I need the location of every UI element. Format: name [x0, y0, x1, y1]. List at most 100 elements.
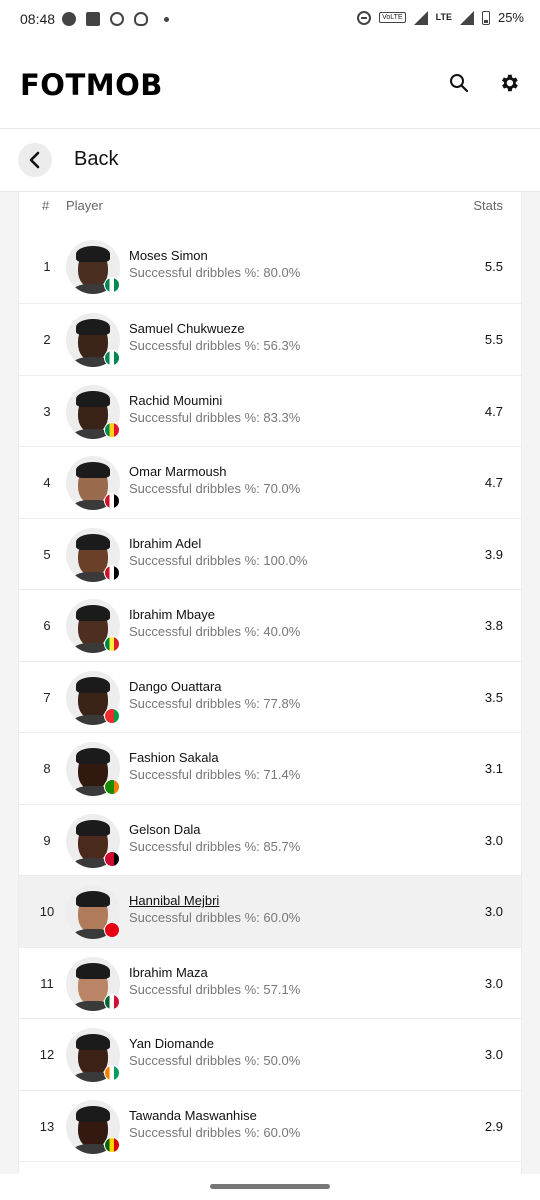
player-stat-detail: Successful dribbles %: 100.0%	[129, 552, 308, 568]
signal-icon	[413, 10, 428, 25]
player-list: 1 Moses Simon Successful dribbles %: 80.…	[19, 218, 521, 1162]
player-rank: 13	[39, 1118, 55, 1134]
player-name[interactable]: Gelson Dala	[129, 822, 201, 837]
country-flag-icon	[104, 350, 120, 366]
player-name[interactable]: Omar Marmoush	[129, 464, 227, 479]
player-row[interactable]: 5 Ibrahim Adel Successful dribbles %: 10…	[19, 519, 521, 590]
player-stat-value: 3.9	[484, 546, 503, 562]
more-notifications-icon	[164, 16, 169, 22]
player-stat-value: 3.1	[484, 761, 503, 776]
system-icons: VoLTE LTE 25%	[357, 10, 524, 25]
player-hair	[76, 246, 110, 262]
player-stat-value: 2.9	[484, 1118, 503, 1134]
country-flag-icon	[104, 564, 120, 581]
player-name[interactable]: Yan Diomande	[129, 1036, 214, 1051]
player-stat-detail: Successful dribbles %: 60.0%	[129, 910, 301, 925]
gear-icon	[502, 74, 518, 92]
player-row[interactable]: 6 Ibrahim Mbaye Successful dribbles %: 4…	[19, 590, 521, 662]
player-rank: 4	[43, 475, 51, 490]
country-flag-icon	[104, 1136, 120, 1153]
player-name[interactable]: Fashion Sakala	[129, 750, 219, 765]
player-stat-value: 3.0	[484, 832, 503, 848]
country-flag-icon	[104, 779, 120, 795]
player-stat-detail: Successful dribbles %: 40.0%	[129, 624, 301, 639]
chat-notification-icon	[62, 12, 76, 26]
player-row[interactable]: 13 Tawanda Maswanhise Successful dribble…	[19, 1091, 521, 1162]
player-rank: 3	[43, 403, 51, 419]
player-name[interactable]: Tawanda Maswanhise	[129, 1108, 257, 1123]
player-row[interactable]: 12 Yan Diomande Successful dribbles %: 5…	[19, 1019, 521, 1091]
player-name[interactable]: Samuel Chukwueze	[129, 321, 245, 336]
country-flag-icon	[104, 493, 120, 509]
player-stat-value: 4.7	[484, 403, 503, 419]
status-bar: 08:48 VoLTE LTE 25%	[0, 0, 540, 40]
player-stat-value: 5.5	[484, 332, 503, 347]
player-hair	[76, 605, 110, 621]
search-button[interactable]	[449, 73, 475, 99]
player-name[interactable]: Hannibal Mejbri	[129, 893, 219, 908]
player-hair	[76, 676, 110, 693]
lte-icon: LTE	[435, 12, 452, 22]
player-stat-value: 4.7	[484, 475, 503, 490]
player-stat-detail: Successful dribbles %: 60.0%	[129, 1124, 301, 1140]
player-row[interactable]: 7 Dango Ouattara Successful dribbles %: …	[19, 662, 521, 733]
player-row[interactable]: 1 Moses Simon Successful dribbles %: 80.…	[19, 218, 521, 304]
player-stat-detail: Successful dribbles %: 50.0%	[129, 1053, 301, 1068]
player-stat-value: 5.5	[484, 259, 503, 274]
player-stat-detail: Successful dribbles %: 80.0%	[129, 265, 301, 280]
player-hair	[76, 462, 110, 478]
back-label[interactable]: Back	[74, 148, 118, 171]
table-header: # Player Stats	[19, 192, 521, 218]
player-name[interactable]: Ibrahim Mbaye	[129, 607, 215, 622]
chevron-left-icon	[29, 151, 40, 169]
player-row[interactable]: 3 Rachid Moumini Successful dribbles %: …	[19, 376, 521, 447]
battery-percent: 25%	[497, 10, 524, 25]
app-bar: FOTMOB	[0, 40, 540, 128]
player-stat-detail: Successful dribbles %: 85.7%	[129, 838, 301, 854]
search-icon	[450, 74, 469, 93]
back-button[interactable]	[18, 143, 52, 177]
player-stat-detail: Successful dribbles %: 77.8%	[129, 695, 301, 711]
player-row[interactable]: 2 Samuel Chukwueze Successful dribbles %…	[19, 304, 521, 376]
player-rank: 2	[43, 332, 51, 347]
player-hair	[76, 1034, 110, 1050]
player-rank: 11	[40, 975, 54, 991]
country-flag-icon	[104, 922, 120, 938]
status-time: 08:48	[20, 11, 56, 27]
country-flag-icon	[104, 1065, 120, 1081]
player-stat-detail: Successful dribbles %: 57.1%	[129, 981, 301, 997]
settings-button[interactable]	[498, 72, 524, 98]
country-flag-icon	[104, 277, 120, 293]
do-not-disturb-icon	[357, 10, 372, 25]
player-row[interactable]: 9 Gelson Dala Successful dribbles %: 85.…	[19, 805, 521, 876]
player-stat-value: 3.0	[484, 1047, 503, 1062]
gesture-nav-bar	[0, 1174, 540, 1200]
country-flag-icon	[104, 421, 120, 438]
notification-icons	[62, 12, 169, 26]
player-stat-value: 3.0	[484, 975, 503, 991]
player-name[interactable]: Moses Simon	[129, 248, 208, 263]
player-stat-value: 3.0	[484, 904, 503, 919]
country-flag-icon	[104, 636, 120, 652]
player-row[interactable]: 4 Omar Marmoush Successful dribbles %: 7…	[19, 447, 521, 519]
player-row[interactable]: 11 Ibrahim Maza Successful dribbles %: 5…	[19, 948, 521, 1019]
fotmob-logo[interactable]: FOTMOB	[20, 68, 163, 102]
player-name[interactable]: Rachid Moumini	[129, 393, 222, 408]
player-stat-value: 3.8	[484, 618, 503, 633]
country-flag-icon	[104, 707, 120, 724]
player-name[interactable]: Dango Ouattara	[129, 679, 222, 694]
back-bar: Back	[0, 128, 540, 192]
player-row[interactable]: 8 Fashion Sakala Successful dribbles %: …	[19, 733, 521, 805]
player-name[interactable]: Ibrahim Adel	[129, 536, 201, 551]
header-rank: #	[42, 198, 50, 213]
player-rank: 1	[43, 259, 51, 274]
player-stat-detail: Successful dribbles %: 83.3%	[129, 409, 301, 425]
player-stat-detail: Successful dribbles %: 56.3%	[129, 338, 301, 353]
home-gesture-pill[interactable]	[210, 1184, 330, 1189]
player-name[interactable]: Ibrahim Maza	[129, 965, 208, 980]
player-rank: 8	[43, 761, 51, 776]
header-player: Player	[66, 198, 103, 213]
player-row[interactable]: 10 Hannibal Mejbri Successful dribbles %…	[19, 876, 521, 948]
player-hair	[76, 390, 110, 407]
header-stats: Stats	[473, 198, 503, 213]
